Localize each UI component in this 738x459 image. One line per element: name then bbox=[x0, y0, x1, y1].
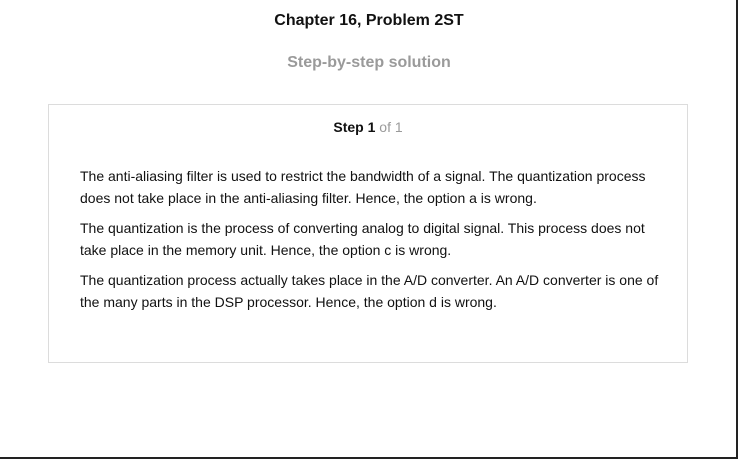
step-paragraph-2: The quantization is the process of conve… bbox=[80, 220, 645, 258]
step-header: Step 1 of 1 bbox=[49, 119, 687, 135]
step-label: Step bbox=[333, 119, 364, 135]
step-paragraph-1: The anti-aliasing filter is used to rest… bbox=[80, 168, 646, 206]
step-total: of 1 bbox=[379, 119, 403, 135]
step-card: Step 1 of 1 The anti-aliasing filter is … bbox=[48, 104, 688, 363]
solution-subtitle: Step-by-step solution bbox=[287, 54, 451, 71]
step-number: 1 bbox=[367, 119, 376, 135]
step-body: The anti-aliasing filter is used to rest… bbox=[80, 165, 665, 321]
step-paragraph-3: The quantization process actually takes … bbox=[80, 272, 659, 310]
page-title: Chapter 16, Problem 2ST bbox=[274, 12, 464, 29]
